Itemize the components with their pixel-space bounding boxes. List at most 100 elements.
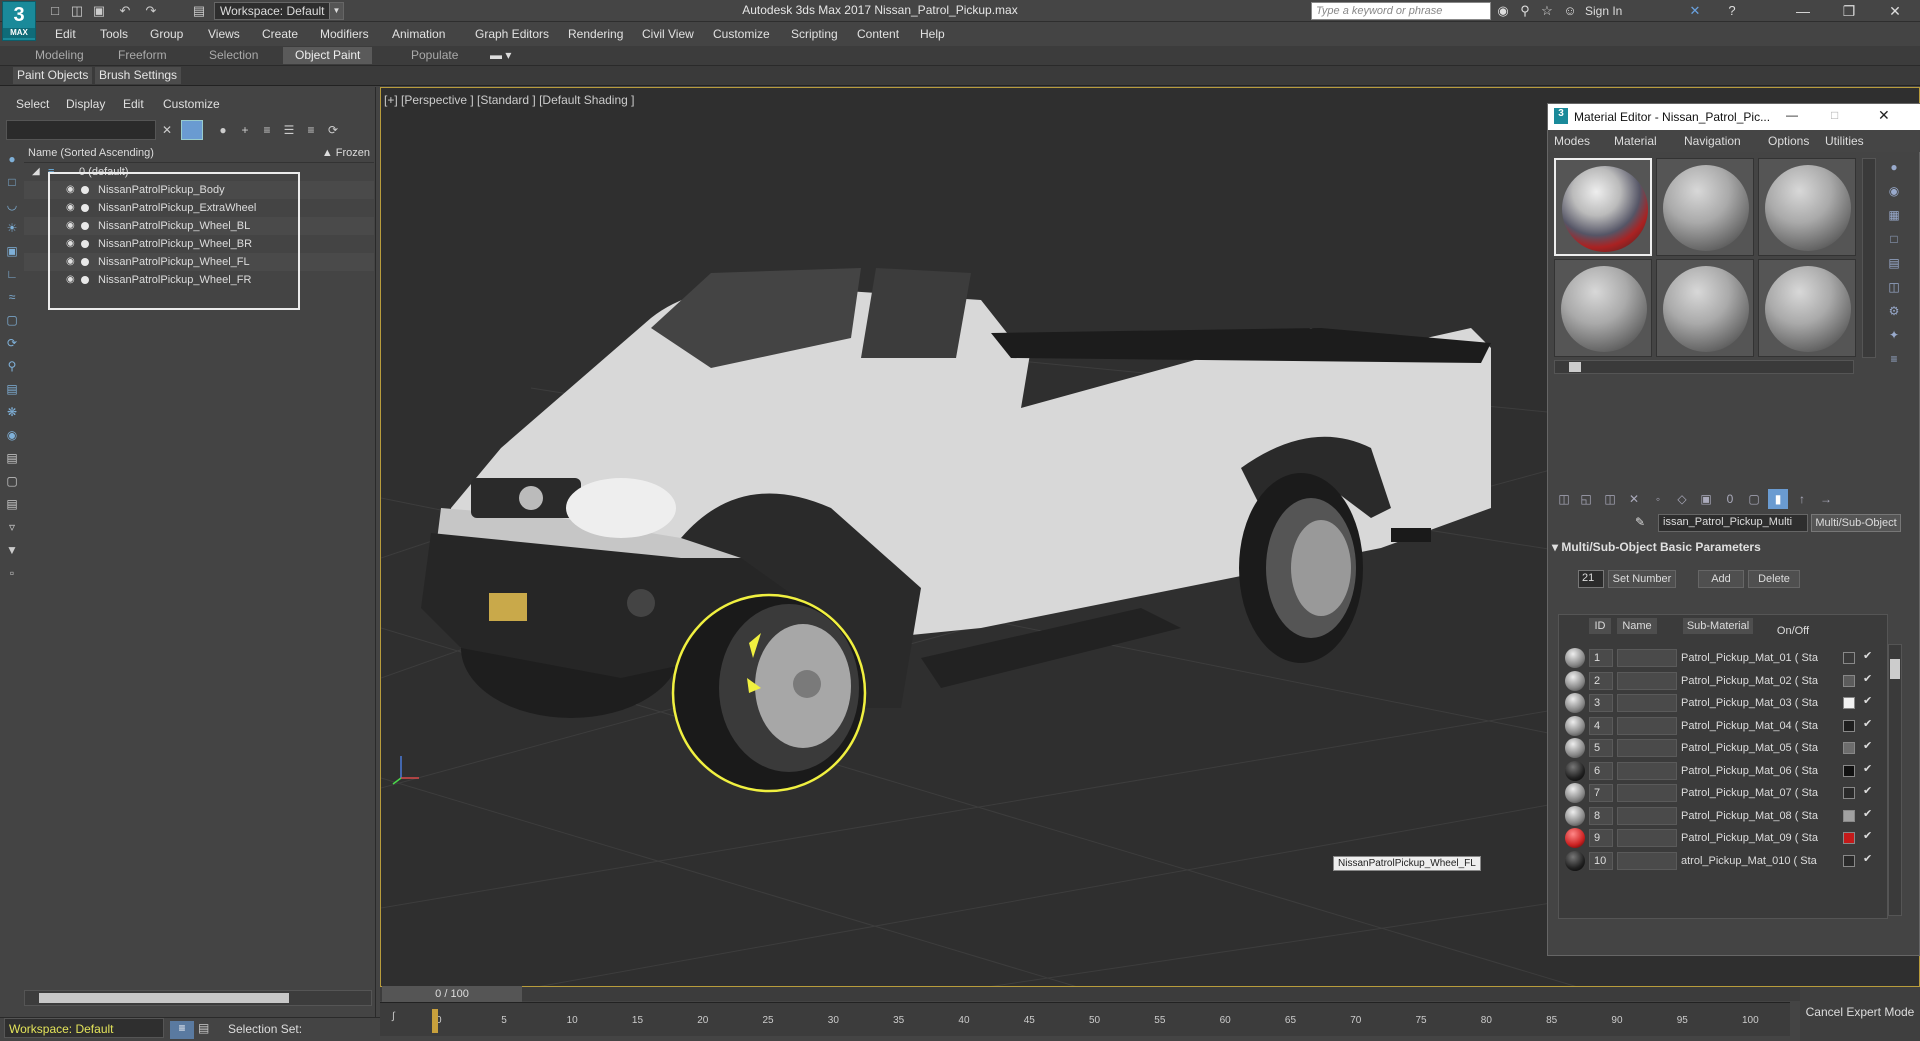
hierarchy-icon[interactable]: ☰ [280,121,298,139]
sub-material-button[interactable]: Patrol_Pickup_Mat_08 ( Sta [1681,807,1841,825]
on-off-checkbox[interactable]: ✔ [1863,807,1872,820]
sub-material-button[interactable]: Patrol_Pickup_Mat_04 ( Sta [1681,717,1841,735]
options-icon[interactable]: ⚙ [1885,302,1903,320]
menu-content[interactable]: Content [857,27,899,41]
material-ball[interactable] [1565,783,1585,803]
display-shapes-icon[interactable]: ◡ [3,196,21,214]
sub-id[interactable]: 8 [1589,806,1613,825]
menu-edit[interactable]: Edit [55,27,76,41]
menu-graph-editors[interactable]: Graph Editors [475,27,549,41]
display-cameras-icon[interactable]: ▣ [3,242,21,260]
sub-name-field[interactable] [1617,716,1677,735]
sub-name-field[interactable] [1617,851,1677,870]
set-number-input[interactable]: 21 [1578,570,1604,588]
sub-name-field[interactable] [1617,671,1677,690]
me-menu-options[interactable]: Options [1768,134,1809,148]
background-icon[interactable]: ▦ [1885,206,1903,224]
color-swatch[interactable] [1843,787,1855,799]
me-menu-modes[interactable]: Modes [1554,134,1590,148]
tab-modeling[interactable]: Modeling [35,48,84,62]
table-row[interactable]: 10 atrol_Pickup_Mat_010 ( Sta ✔ [1559,848,1889,874]
go-to-parent-icon[interactable]: ↑ [1792,489,1812,509]
make-unique-icon[interactable]: ◇ [1672,489,1692,509]
material-name-field[interactable]: issan_Patrol_Pickup_Multi [1658,514,1808,532]
time-slider[interactable] [380,987,1920,1001]
scroll-thumb[interactable] [1890,659,1900,679]
display-containers-icon[interactable]: ▤ [3,380,21,398]
menu-animation[interactable]: Animation [392,27,445,41]
sx-column-header[interactable]: Name (Sorted Ascending) ▲ Frozen [24,145,374,163]
get-material-icon[interactable]: ◫ [1554,489,1574,509]
show-in-viewport-icon[interactable]: ▢ [1744,489,1764,509]
on-off-checkbox[interactable]: ✔ [1863,784,1872,797]
assign-material-icon[interactable]: ◫ [1600,489,1620,509]
sign-in-link[interactable]: Sign In [1585,4,1622,18]
make-preview-icon[interactable]: ◫ [1885,278,1903,296]
ribbon-toggle-icon[interactable]: ▬ ▾ [490,48,511,62]
sub-name-field[interactable] [1617,761,1677,780]
menu-customize[interactable]: Customize [713,27,770,41]
color-swatch[interactable] [1843,674,1855,687]
display-xrefs-icon[interactable]: ⟳ [3,334,21,352]
me-minimize-button[interactable]: — [1786,108,1798,122]
subscription-icon[interactable]: ⚲ [1515,2,1535,20]
sub-name-field[interactable] [1617,649,1677,667]
cancel-expert-mode-button[interactable]: Cancel Expert Mode [1800,987,1920,1041]
material-slot-5[interactable] [1656,259,1754,357]
sx-menu-select[interactable]: Select [16,97,49,111]
video-color-check-icon[interactable]: ▤ [1885,254,1903,272]
sub-material-button[interactable]: Patrol_Pickup_Mat_03 ( Sta [1681,694,1841,712]
sub-material-button[interactable]: atrol_Pickup_Mat_010 ( Sta [1681,852,1841,870]
color-swatch[interactable] [1843,809,1855,822]
sx-menu-customize[interactable]: Customize [163,97,220,111]
workspace-status-dropdown[interactable]: Workspace: Default [4,1018,164,1038]
track-bar[interactable]: ∫ 0 5 10 15 20 25 30 35 40 45 50 55 60 65 70 75 80 85 90 95… [380,1002,1790,1036]
on-off-checkbox[interactable]: ✔ [1863,649,1872,662]
color-swatch[interactable] [1843,854,1855,867]
menu-create[interactable]: Create [262,27,298,41]
on-off-checkbox[interactable]: ✔ [1863,739,1872,752]
sub-name-field[interactable] [1617,784,1677,802]
layers-icon[interactable]: ≡ [258,121,276,139]
material-ball[interactable] [1565,828,1585,848]
rollout-header[interactable]: ▾ Multi/Sub-Object Basic Parameters [1552,540,1916,558]
on-off-checkbox[interactable]: ✔ [1863,762,1872,775]
paint-objects-button[interactable]: Paint Objects [13,67,93,84]
sub-id[interactable]: 9 [1589,829,1613,847]
display-spacewarps-icon[interactable]: ≈ [3,288,21,306]
material-slot-6[interactable] [1758,259,1856,357]
horizontal-scrollbar[interactable] [24,990,372,1006]
on-off-checkbox[interactable]: ✔ [1863,694,1872,707]
col-sub-material[interactable]: Sub-Material [1683,618,1753,634]
favorites-icon[interactable]: ☆ [1537,2,1557,20]
search-input[interactable]: Type a keyword or phrase [1311,2,1491,20]
color-swatch[interactable] [1843,652,1855,664]
go-forward-sibling-icon[interactable]: → [1816,489,1836,509]
sub-name-field[interactable] [1617,694,1677,712]
material-slot-3[interactable] [1758,158,1856,256]
menu-help[interactable]: Help [920,27,945,41]
sub-material-button[interactable]: Patrol_Pickup_Mat_06 ( Sta [1681,762,1841,780]
sub-material-button[interactable]: Patrol_Pickup_Mat_02 ( Sta [1681,672,1841,690]
eyedropper-icon[interactable]: ✎ [1635,515,1645,529]
material-id-icon[interactable]: 0 [1720,489,1740,509]
tab-freeform[interactable]: Freeform [118,48,167,62]
reset-map-icon[interactable]: ✕ [1624,489,1644,509]
slot-scrollbar[interactable] [1554,360,1854,374]
menu-group[interactable]: Group [150,27,183,41]
put-to-library-icon[interactable]: ▣ [1696,489,1716,509]
sub-material-button[interactable]: Patrol_Pickup_Mat_01 ( Sta [1681,649,1841,667]
tab-object-paint[interactable]: Object Paint [283,47,373,64]
menu-tools[interactable]: Tools [100,27,128,41]
color-swatch[interactable] [1843,764,1855,777]
sx-menu-edit[interactable]: Edit [123,97,144,111]
tab-selection[interactable]: Selection [209,48,258,62]
col-name[interactable]: Name [1617,618,1657,634]
add-layer-icon[interactable]: + [236,121,254,139]
sub-name-field[interactable] [1617,739,1677,757]
sync-icon[interactable]: ⟳ [324,121,342,139]
me-menu-utilities[interactable]: Utilities [1825,134,1864,148]
me-menu-material[interactable]: Material [1614,134,1657,148]
material-slot-2[interactable] [1656,158,1754,256]
column-name[interactable]: Name (Sorted Ascending) [28,147,154,159]
